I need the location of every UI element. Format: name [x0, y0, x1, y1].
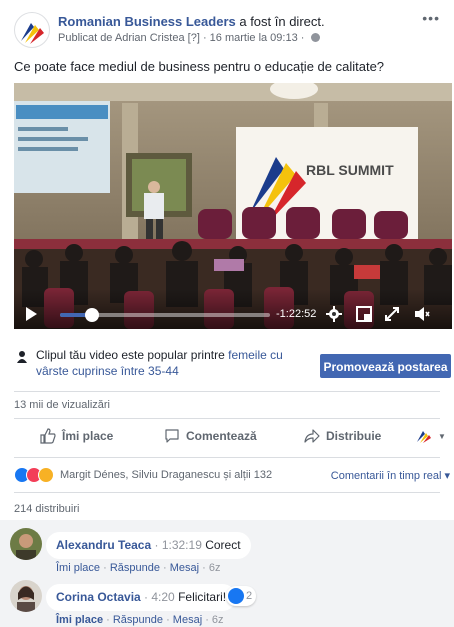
- person-icon: [17, 351, 27, 363]
- expand-icon[interactable]: [384, 306, 400, 322]
- comment-message-link[interactable]: Mesaj: [170, 562, 199, 574]
- thumbs-up-icon: [40, 428, 56, 444]
- live-action-text: a fost în direct.: [235, 14, 325, 29]
- comment-age[interactable]: 6z: [209, 562, 221, 574]
- fullscreen-icon[interactable]: [356, 306, 372, 322]
- comment-text: Corect: [205, 538, 241, 552]
- reactions-bar: Margit Dénes, Silviu Draganescu și alții…: [14, 465, 454, 485]
- video-controls: -1:22:52: [14, 289, 452, 329]
- play-icon[interactable]: [26, 307, 37, 321]
- page-selector[interactable]: ▼: [416, 428, 446, 444]
- comment-age[interactable]: 6z: [212, 614, 224, 626]
- share-label: Distribuie: [326, 429, 382, 443]
- commenter-name[interactable]: Alexandru Teaca: [56, 538, 151, 552]
- banner-title: RBL SUMMIT: [306, 162, 394, 178]
- promo-text: Clipul tău video este popular printre fe…: [36, 347, 296, 379]
- page-name-link[interactable]: Romanian Business Leaders: [58, 14, 236, 29]
- more-options-button[interactable]: •••: [422, 10, 440, 26]
- reaction-icons[interactable]: [14, 467, 58, 483]
- comment-item: Alexandru Teaca · 1:32:19 Corect Îmi pla…: [10, 526, 450, 576]
- divider: [14, 457, 440, 458]
- volume-icon[interactable]: [414, 306, 430, 322]
- comment-like-link[interactable]: Îmi place: [56, 562, 100, 574]
- avatar[interactable]: [10, 580, 42, 612]
- divider: [14, 418, 440, 419]
- comment-actions: Îmi place · Răspunde · Mesaj · 6z: [56, 562, 221, 574]
- share-count[interactable]: 214 distribuiri: [14, 503, 79, 515]
- like-button[interactable]: Îmi place: [40, 428, 113, 444]
- comment-bubble: Corina Octavia · 4:20 Felicitari!: [46, 584, 237, 611]
- help-link[interactable]: [?]: [188, 32, 200, 44]
- rbl-mini-logo-icon: [417, 431, 431, 443]
- commenter-name[interactable]: Corina Octavia: [56, 590, 141, 604]
- comment-timestamp[interactable]: · 1:32:19: [155, 538, 202, 552]
- comment-timestamp[interactable]: · 4:20: [144, 590, 175, 604]
- avatar[interactable]: [10, 528, 42, 560]
- share-icon: [304, 429, 320, 443]
- like-label: Îmi place: [62, 429, 114, 443]
- comment-icon: [165, 429, 179, 443]
- video-player[interactable]: RBL SUMMIT -1:22:52: [14, 83, 452, 329]
- comment-item: Corina Octavia · 4:20 Felicitari! 2 Îmi …: [10, 578, 450, 627]
- like-reaction-icon: [228, 588, 244, 604]
- promo-text-prefix: Clipul tău video este popular printre: [36, 348, 229, 362]
- post-actions: Îmi place Comentează Distribuie ▼: [14, 424, 446, 452]
- share-button[interactable]: Distribuie: [304, 428, 381, 444]
- divider: [14, 391, 440, 392]
- haha-reaction-icon: [38, 467, 54, 483]
- time-remaining: -1:22:52: [276, 308, 317, 320]
- rbl-logo-icon: [21, 23, 44, 44]
- post-text: Ce poate face mediul de business pentru …: [14, 59, 385, 74]
- comment-reply-link[interactable]: Răspunde: [113, 614, 163, 626]
- reaction-names[interactable]: Margit Dénes, Silviu Draganescu și alții…: [60, 469, 272, 481]
- comment-actions: Îmi place · Răspunde · Mesaj · 6z: [56, 614, 224, 626]
- comment-message-link[interactable]: Mesaj: [173, 614, 202, 626]
- comments-section: Alexandru Teaca · 1:32:19 Corect Îmi pla…: [0, 520, 454, 627]
- progress-bar[interactable]: [60, 308, 270, 322]
- post-meta: Publicat de Adrian Cristea [?] · 16 mart…: [58, 32, 320, 44]
- page-title-line: Romanian Business Leaders a fost în dire…: [58, 14, 325, 29]
- view-count[interactable]: 13 mii de vizualizări: [14, 399, 110, 411]
- comment-like-count[interactable]: 2: [226, 586, 257, 606]
- divider: [14, 492, 440, 493]
- comment-like-link[interactable]: Îmi place: [56, 614, 103, 626]
- chevron-down-icon: ▼: [438, 431, 446, 441]
- page-avatar[interactable]: [14, 12, 50, 48]
- comment-label: Comentează: [186, 429, 257, 443]
- comment-reply-link[interactable]: Răspunde: [110, 562, 160, 574]
- publisher-text: Publicat de Adrian Cristea: [58, 32, 185, 44]
- comment-like-number: 2: [246, 590, 253, 602]
- comment-text: Felicitari!: [178, 590, 227, 604]
- live-comments-dropdown[interactable]: Comentarii în timp real ▾: [331, 469, 450, 482]
- progress-knob[interactable]: [84, 308, 99, 322]
- post-header: Romanian Business Leaders a fost în dire…: [14, 10, 440, 48]
- post-date[interactable]: · 16 martie la 09:13 ·: [203, 32, 305, 44]
- promote-post-button[interactable]: Promovează postarea: [320, 354, 451, 378]
- promo-section: Clipul tău video este popular printre fe…: [0, 341, 454, 385]
- comment-bubble: Alexandru Teaca · 1:32:19 Corect: [46, 532, 251, 559]
- settings-icon[interactable]: [326, 306, 342, 322]
- globe-icon: [310, 33, 320, 42]
- comment-button[interactable]: Comentează: [164, 428, 257, 444]
